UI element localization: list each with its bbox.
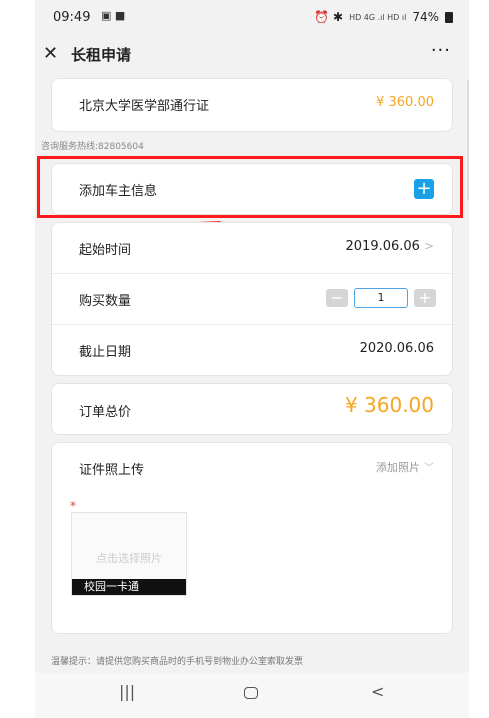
end-date-value: 2020.06.06 bbox=[359, 341, 434, 356]
start-time-date: 2019.06.06 bbox=[345, 239, 420, 254]
photo-placeholder: 点击选择照片 bbox=[96, 552, 162, 565]
hotline-text: 咨询服务热线:82805604 bbox=[41, 142, 144, 152]
back-icon[interactable]: < bbox=[371, 682, 384, 701]
start-time-label: 起始时间 bbox=[79, 243, 132, 258]
notification-icons: ▣ ■ bbox=[101, 9, 126, 22]
chevron-right-icon: > bbox=[423, 239, 434, 253]
total-card: 订单总价 ¥ 360.00 bbox=[51, 383, 453, 435]
total-label: 订单总价 bbox=[79, 405, 132, 420]
close-icon[interactable]: ✕ bbox=[43, 43, 58, 64]
status-right: ⏰ ✱ HD 4G .ıl HD ıl 74% bbox=[314, 10, 453, 24]
pass-price: ¥ 360.00 bbox=[376, 95, 434, 110]
end-date-label: 截止日期 bbox=[79, 345, 132, 360]
start-time-row[interactable]: 起始时间 2019.06.06 > bbox=[52, 223, 452, 274]
start-time-value: 2019.06.06 > bbox=[346, 239, 435, 254]
scroll-edge bbox=[467, 80, 469, 200]
page-title: 长租申请 bbox=[71, 46, 132, 64]
status-time: 09:49 bbox=[53, 10, 91, 25]
battery-icon bbox=[445, 11, 453, 23]
schedule-card: 起始时间 2019.06.06 > 购买数量 − 1 + 截止日期 2020.06… bbox=[51, 222, 453, 376]
upload-header[interactable]: 证件照上传 添加照片 ﹀ bbox=[52, 443, 452, 491]
system-nav-bar: ||| < bbox=[35, 673, 469, 718]
add-photo-link[interactable]: 添加照片 ﹀ bbox=[376, 459, 434, 475]
more-menu-icon[interactable]: ··· bbox=[431, 40, 451, 61]
quantity-stepper: − 1 + bbox=[326, 288, 436, 308]
total-price: ¥ 360.00 bbox=[344, 393, 434, 417]
title-bar: ✕ 长租申请 ··· bbox=[35, 34, 469, 74]
signal-icon: HD 4G .ıl HD ıl bbox=[349, 12, 407, 22]
quantity-row: 购买数量 − 1 + bbox=[52, 274, 452, 325]
phone-screen: 09:49 ▣ ■ ⏰ ✱ HD 4G .ıl HD ıl 74% ✕ 长租申请… bbox=[35, 0, 469, 718]
decrement-button[interactable]: − bbox=[326, 289, 348, 307]
pass-row[interactable]: 北京大学医学部通行证 ¥ 360.00 bbox=[52, 79, 452, 129]
pass-name: 北京大学医学部通行证 bbox=[79, 99, 210, 114]
add-photo-text: 添加照片 bbox=[376, 461, 420, 474]
recent-apps-icon[interactable]: ||| bbox=[119, 682, 135, 701]
photo-caption: 校园一卡通 bbox=[72, 579, 186, 595]
upload-label: 证件照上传 bbox=[79, 463, 145, 478]
tip-text: 温馨提示：请提供您购买商品时的手机号到物业办公室索取发票 bbox=[51, 657, 304, 667]
quantity-input[interactable]: 1 bbox=[354, 288, 408, 308]
alarm-bluetooth-icon: ⏰ ✱ bbox=[314, 10, 344, 24]
home-icon[interactable] bbox=[244, 687, 258, 699]
highlight-box bbox=[37, 156, 463, 218]
end-date-row: 截止日期 2020.06.06 bbox=[52, 325, 452, 375]
upload-card: 证件照上传 添加照片 ﹀ * 点击选择照片 校园一卡通 bbox=[51, 442, 453, 634]
total-row: 订单总价 ¥ 360.00 bbox=[52, 384, 452, 434]
required-mark: * bbox=[70, 499, 76, 513]
battery-percent: 74% bbox=[412, 10, 439, 24]
quantity-label: 购买数量 bbox=[79, 294, 132, 309]
status-bar: 09:49 ▣ ■ ⏰ ✱ HD 4G .ıl HD ıl 74% bbox=[35, 0, 469, 34]
pass-card: 北京大学医学部通行证 ¥ 360.00 bbox=[51, 78, 453, 132]
photo-picker[interactable]: 点击选择照片 校园一卡通 bbox=[71, 512, 187, 596]
chevron-down-icon: ﹀ bbox=[424, 463, 434, 474]
increment-button[interactable]: + bbox=[414, 289, 436, 307]
